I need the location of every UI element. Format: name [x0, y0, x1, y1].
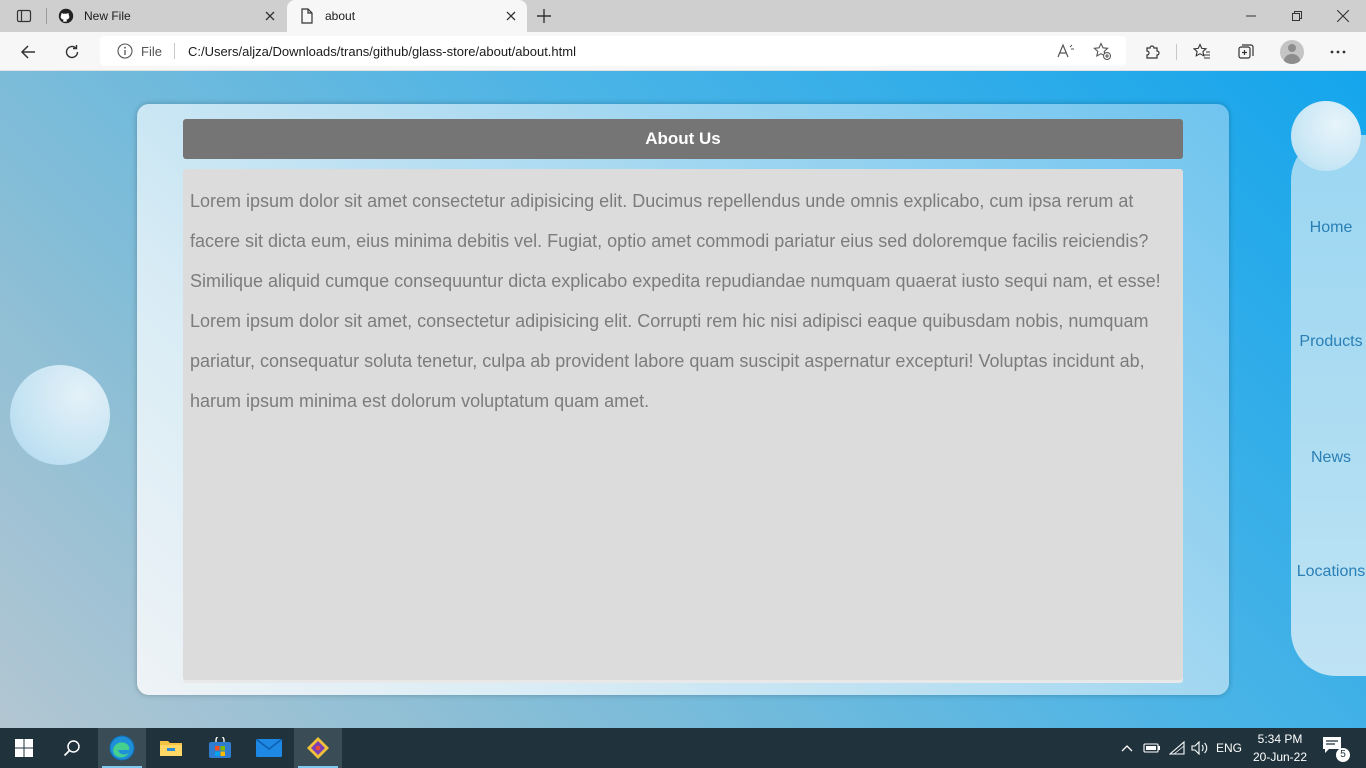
- notification-center-button[interactable]: 5: [1322, 736, 1350, 762]
- search-button[interactable]: [48, 728, 96, 768]
- favorites-icon: [1193, 43, 1210, 59]
- restore-icon: [1292, 11, 1302, 21]
- collections-icon: [1238, 44, 1254, 59]
- decorative-bubble: [10, 365, 110, 465]
- refresh-button[interactable]: [57, 37, 87, 67]
- back-button[interactable]: [13, 37, 43, 67]
- settings-menu-button[interactable]: [1323, 37, 1353, 67]
- start-button[interactable]: [0, 728, 48, 768]
- chevron-up-icon: [1121, 745, 1133, 752]
- arrow-left-icon: [20, 45, 35, 59]
- window-close-button[interactable]: [1320, 0, 1366, 32]
- show-hidden-icons[interactable]: [1118, 728, 1136, 768]
- favorites-button[interactable]: [1187, 37, 1217, 67]
- more-icon: [1330, 50, 1346, 54]
- browser-toolbar: File C:/Users/aljza/Downloads/trans/gith…: [0, 32, 1366, 71]
- page-title: About Us: [183, 119, 1183, 159]
- taskbar: ENG 5:34 PM 20-Jun-22 5: [0, 728, 1366, 768]
- page-viewport: About Us Lorem ipsum dolor sit amet cons…: [0, 71, 1366, 728]
- git-icon: [307, 737, 329, 759]
- tab-actions-button[interactable]: [8, 4, 40, 28]
- nav-link-locations[interactable]: Locations: [1291, 563, 1366, 581]
- search-icon: [63, 740, 80, 757]
- system-clock[interactable]: 5:34 PM 20-Jun-22: [1250, 730, 1310, 766]
- about-text: Lorem ipsum dolor sit amet consectetur a…: [190, 191, 1161, 411]
- toolbar-separator: [1176, 44, 1177, 60]
- taskbar-file-explorer[interactable]: [147, 728, 195, 768]
- edge-icon: [109, 735, 135, 761]
- address-separator: [173, 43, 175, 59]
- battery-indicator[interactable]: [1142, 728, 1162, 768]
- scheme-label: File: [141, 43, 162, 59]
- tab-close-button[interactable]: [258, 4, 282, 28]
- page-icon: [299, 8, 315, 24]
- refresh-icon: [65, 45, 79, 59]
- tab-close-button[interactable]: [499, 4, 523, 28]
- tab-title: New File: [84, 9, 131, 23]
- clock-time: 5:34 PM: [1257, 732, 1303, 746]
- taskbar-git[interactable]: [294, 728, 342, 768]
- notification-badge: 5: [1336, 748, 1350, 762]
- close-icon: [506, 11, 516, 21]
- speaker-icon: [1191, 741, 1208, 755]
- read-aloud-icon[interactable]: [1054, 39, 1078, 63]
- tab-title: about: [325, 9, 356, 23]
- file-explorer-icon: [160, 741, 182, 756]
- nav-link-news[interactable]: News: [1291, 449, 1366, 467]
- puzzle-icon: [1146, 45, 1160, 59]
- tab-strip: New File about: [0, 0, 1366, 32]
- close-icon: [1337, 10, 1349, 22]
- glass-card: About Us Lorem ipsum dolor sit amet cons…: [137, 104, 1229, 695]
- tab-actions-icon: [16, 9, 32, 23]
- minimize-button[interactable]: [1228, 0, 1274, 32]
- minimize-icon: [1246, 15, 1256, 17]
- mail-icon: [256, 739, 282, 757]
- taskbar-store[interactable]: [196, 728, 244, 768]
- network-indicator[interactable]: [1166, 728, 1188, 768]
- nav-link-products[interactable]: Products: [1291, 333, 1366, 351]
- close-icon: [265, 11, 275, 21]
- restore-button[interactable]: [1274, 0, 1320, 32]
- nav-link-home[interactable]: Home: [1291, 219, 1366, 237]
- battery-icon: [1143, 743, 1160, 753]
- plus-icon: [537, 9, 551, 23]
- extensions-button[interactable]: [1138, 37, 1168, 67]
- language-indicator[interactable]: ENG: [1212, 728, 1246, 768]
- info-icon[interactable]: [117, 43, 133, 59]
- new-tab-button[interactable]: [532, 4, 556, 28]
- wifi-icon: [1169, 741, 1185, 755]
- decorative-bubble: [1291, 101, 1361, 171]
- tab-new-file[interactable]: New File: [46, 0, 286, 32]
- windows-start-icon: [15, 739, 33, 757]
- nav-panel: [1291, 135, 1366, 676]
- store-icon: [209, 737, 231, 758]
- collections-button[interactable]: [1231, 37, 1261, 67]
- taskbar-edge[interactable]: [98, 728, 146, 768]
- clock-date: 20-Jun-22: [1252, 750, 1308, 764]
- about-content: Lorem ipsum dolor sit amet consectetur a…: [183, 169, 1183, 680]
- add-favorite-icon[interactable]: [1090, 39, 1114, 63]
- taskbar-mail[interactable]: [245, 728, 293, 768]
- github-icon: [58, 8, 74, 24]
- volume-indicator[interactable]: [1190, 728, 1210, 768]
- url-text[interactable]: C:/Users/aljza/Downloads/trans/github/gl…: [188, 44, 576, 59]
- address-bar[interactable]: File C:/Users/aljza/Downloads/trans/gith…: [100, 36, 1126, 66]
- profile-avatar[interactable]: [1280, 40, 1304, 64]
- tab-about[interactable]: about: [287, 0, 527, 32]
